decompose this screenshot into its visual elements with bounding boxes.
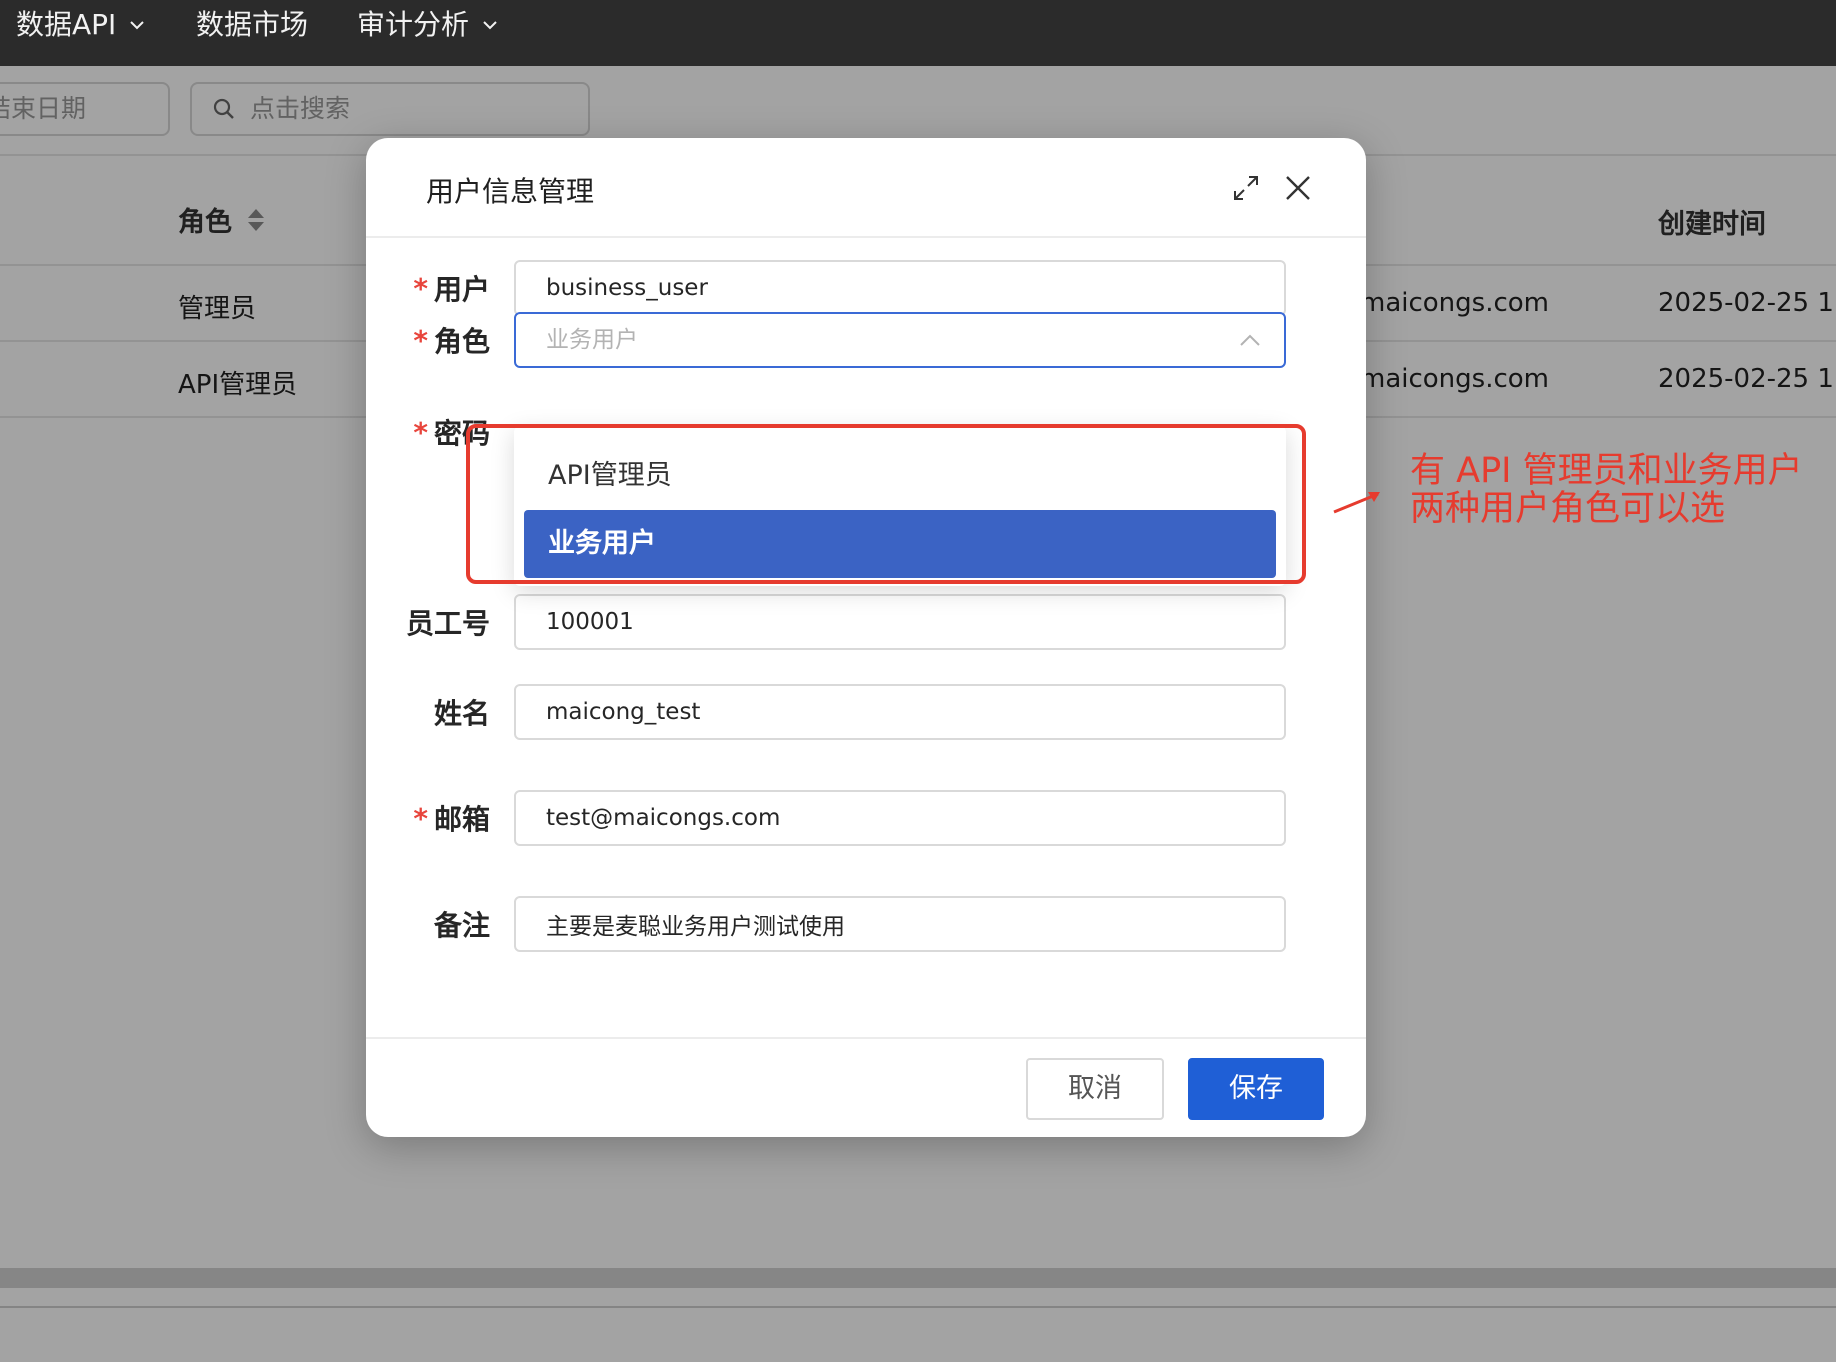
remark-label-text: 备注 (433, 909, 490, 942)
chevron-up-icon (1240, 334, 1260, 346)
user-input[interactable] (514, 260, 1286, 316)
remark-label: 备注 (434, 904, 490, 944)
modal-header: 用户信息管理 (366, 138, 1366, 238)
annotation-highlight-box (466, 424, 1306, 584)
nav-item-audit-analysis[interactable]: 审计分析 (357, 0, 499, 50)
role-select-value: 业务用户 (546, 327, 638, 353)
user-label-text: 用户 (433, 273, 490, 306)
nav-item-data-market[interactable]: 数据市场 (196, 0, 308, 50)
name-label: 姓名 (434, 692, 490, 732)
form-row-name: 姓名 (366, 684, 1366, 740)
email-label-text: 邮箱 (433, 803, 490, 836)
employee-no-label-text: 员工号 (405, 607, 490, 640)
email-label: * 邮箱 (413, 798, 490, 838)
form-row-remark: 备注 (366, 896, 1366, 952)
form-row-employee-no: 员工号 (366, 594, 1366, 650)
nav-item-label: 数据API (16, 8, 117, 41)
required-mark: * (413, 323, 428, 357)
annotation-text: 有 API 管理员和业务用户 两种用户角色可以选 (1410, 452, 1830, 528)
required-mark: * (413, 801, 428, 835)
required-mark: * (413, 415, 428, 449)
email-input[interactable] (514, 790, 1286, 846)
form-row-user: * 用户 (366, 260, 1366, 316)
expand-button[interactable] (1228, 170, 1264, 206)
user-label: * 用户 (413, 268, 490, 308)
user-info-modal: 用户信息管理 * 用户 * 角色 业务用户 * (366, 138, 1366, 1137)
employee-no-label: 员工号 (406, 602, 490, 642)
modal-title: 用户信息管理 (426, 175, 595, 208)
form-row-email: * 邮箱 (366, 790, 1366, 846)
remark-input[interactable] (514, 896, 1286, 952)
annotation-line-1: 有 API 管理员和业务用户 (1410, 451, 1803, 491)
chevron-down-icon (130, 21, 145, 30)
nav-item-label: 数据市场 (196, 8, 309, 41)
close-button[interactable] (1280, 170, 1316, 206)
close-icon (1286, 176, 1310, 200)
employee-no-input[interactable] (514, 594, 1286, 650)
top-nav-bar: 数据API 数据市场 审计分析 (0, 0, 1836, 66)
required-mark: * (413, 271, 428, 305)
annotation-line-2: 两种用户角色可以选 (1410, 489, 1726, 529)
form-row-role: * 角色 业务用户 (366, 312, 1366, 368)
name-label-text: 姓名 (433, 697, 490, 730)
name-input[interactable] (514, 684, 1286, 740)
annotation-arrow-icon (1333, 492, 1380, 514)
role-label-text: 角色 (433, 325, 490, 358)
nav-item-label: 审计分析 (357, 8, 470, 41)
nav-item-data-api[interactable]: 数据API (16, 0, 146, 50)
save-button[interactable]: 保存 (1188, 1058, 1324, 1120)
cancel-button[interactable]: 取消 (1026, 1058, 1164, 1120)
role-label: * 角色 (413, 320, 490, 360)
chevron-down-icon (483, 21, 497, 30)
expand-icon (1234, 176, 1258, 200)
role-select[interactable]: 业务用户 (514, 312, 1286, 368)
modal-footer-divider (366, 1037, 1366, 1039)
